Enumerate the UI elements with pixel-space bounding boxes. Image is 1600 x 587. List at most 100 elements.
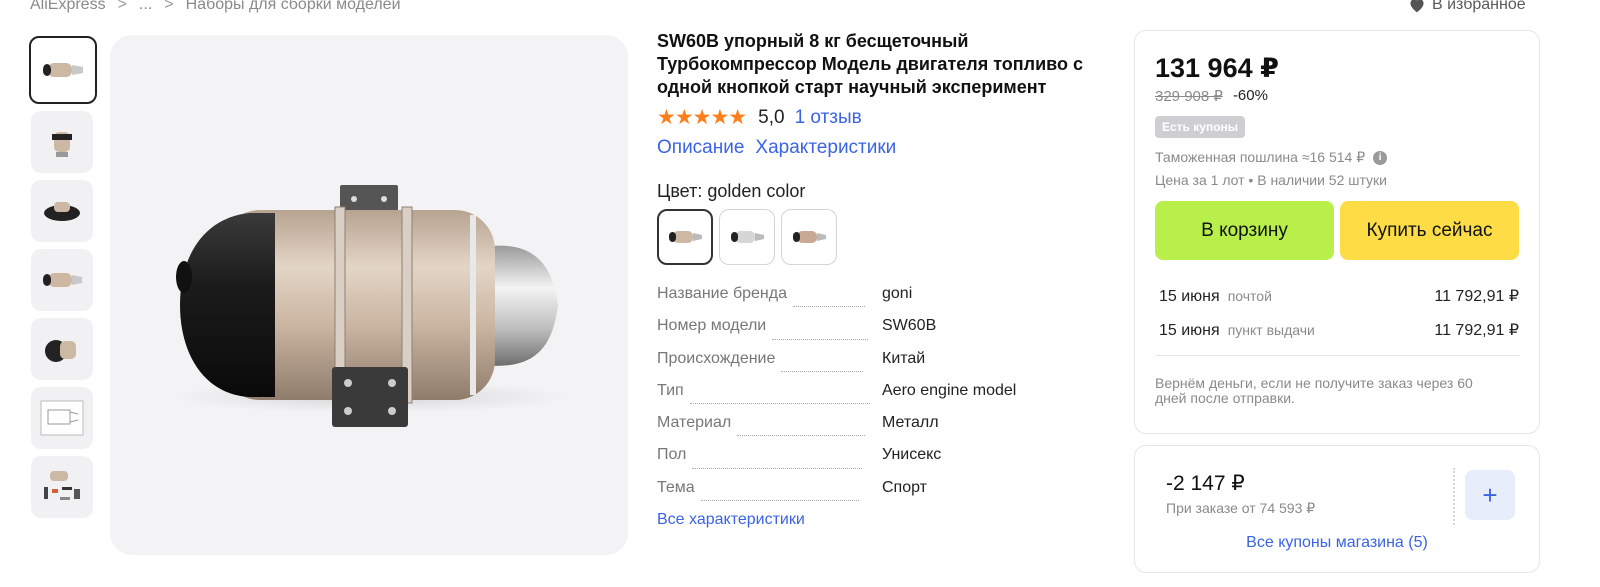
action-buttons: В корзину Купить сейчас <box>1155 201 1519 260</box>
spec-value: Металл <box>882 414 939 432</box>
color-option-2[interactable] <box>719 209 775 265</box>
spec-value: Спорт <box>882 478 927 496</box>
spec-key: Название бренда <box>657 285 787 302</box>
spec-list: Название бренда goni Номер модели SW60B Пр… <box>657 285 1102 511</box>
engine-thumbnail-image <box>43 273 82 287</box>
spec-row: Тема Спорт <box>657 479 1102 511</box>
old-price: 329 908 ₽ <box>1155 88 1223 105</box>
blueprint-thumbnail-image <box>40 400 84 436</box>
old-price-row: 329 908 ₽ -60% <box>1155 87 1519 105</box>
breadcrumb-item-category[interactable]: Наборы для сборки моделей <box>186 0 401 14</box>
spec-key: Тема <box>657 478 695 496</box>
section-links: Описание Характеристики <box>657 137 1102 159</box>
engine-swatch-image <box>793 231 826 243</box>
spec-value: Китай <box>882 349 926 367</box>
heart-icon <box>1410 0 1424 13</box>
spec-dots <box>692 467 863 469</box>
thumbnail-4[interactable] <box>31 249 93 311</box>
color-label: Цвет: golden color <box>657 181 806 201</box>
add-coupon-button[interactable]: + <box>1465 470 1515 520</box>
breadcrumb-item-ellipsis[interactable]: ... <box>139 0 152 14</box>
breadcrumb: AliExpress > ... > Наборы для сборки мод… <box>30 0 401 14</box>
shipping-cost: 11 792,91 ₽ <box>1434 288 1519 305</box>
discount-badge: -60% <box>1232 87 1268 104</box>
kit-thumbnail-image <box>44 471 80 500</box>
color-options <box>657 209 1102 265</box>
shipping-method: почтой <box>1227 288 1272 304</box>
spec-row: Название бренда goni <box>657 285 1102 317</box>
spec-key: Пол <box>657 446 687 464</box>
rating-stars-icon: ★★★★★ <box>657 106 747 129</box>
spec-row: Происхождение Китай <box>657 350 1102 382</box>
rating-row: ★★★★★ 5,0 1 отзыв <box>657 105 1102 130</box>
customs-duty-text: Таможенная пошлина ≈16 514 ₽ <box>1155 149 1366 165</box>
shipping-date: 15 июня <box>1159 288 1220 305</box>
color-option-1[interactable] <box>657 209 713 265</box>
spec-dots <box>689 403 870 405</box>
refund-note: Вернём деньги, если не получите заказ че… <box>1155 375 1473 406</box>
main-product-image[interactable] <box>110 35 628 555</box>
engine-thumbnail-image <box>52 132 72 157</box>
shipping-cost: 11 792,91 ₽ <box>1434 322 1519 339</box>
current-price: 131 964 ₽ <box>1155 53 1279 83</box>
reviews-link[interactable]: 1 отзыв <box>795 107 862 129</box>
buy-now-button[interactable]: Купить сейчас <box>1340 201 1519 260</box>
buy-box: 131 964 ₽ 329 908 ₽ -60% Есть купоны Там… <box>1134 30 1540 434</box>
stock-info: Цена за 1 лот • В наличии 52 штуки <box>1155 172 1387 188</box>
info-icon[interactable]: i <box>1373 150 1388 165</box>
turbine-engine-image <box>170 185 570 427</box>
spec-value: SW60B <box>882 317 937 335</box>
spec-key: Номер модели <box>657 317 767 335</box>
spec-dots <box>781 370 864 372</box>
spec-key: Тип <box>657 381 684 399</box>
all-specs-link[interactable]: Все характеристики <box>657 511 1102 529</box>
thumbnail-5[interactable] <box>31 318 93 380</box>
description-link[interactable]: Описание <box>657 137 744 159</box>
characteristics-link[interactable]: Характеристики <box>755 137 896 159</box>
shipping-option[interactable]: 15 июня пункт выдачи 11 792,91 ₽ <box>1155 320 1519 354</box>
thumbnail-6[interactable] <box>31 387 93 449</box>
thumbnail-3[interactable] <box>31 180 93 242</box>
customs-duty: Таможенная пошлина ≈16 514 ₽ i <box>1155 149 1519 166</box>
spec-key: Происхождение <box>657 349 776 367</box>
color-option-3[interactable] <box>781 209 837 265</box>
spec-row: Пол Унисекс <box>657 446 1102 478</box>
coupon-card: -2 147 ₽ При заказе от 74 593 ₽ <box>1155 468 1455 525</box>
thumbnail-list <box>29 36 97 525</box>
chevron-right-icon: > <box>164 0 174 13</box>
engine-swatch-image <box>669 231 702 243</box>
chevron-right-icon: > <box>117 0 127 13</box>
spec-value: Унисекс <box>882 446 942 464</box>
spec-key: Материал <box>657 414 732 432</box>
all-coupons-link[interactable]: Все купоны магазина (5) <box>1135 534 1539 552</box>
add-to-favorites-button[interactable]: В избранное <box>1408 0 1526 14</box>
coupon-badge: Есть купоны <box>1155 116 1246 138</box>
engine-swatch-image <box>731 231 764 243</box>
thumbnail-2[interactable] <box>31 111 93 173</box>
shipping-method: пункт выдачи <box>1227 322 1315 338</box>
favorites-label: В избранное <box>1432 0 1526 13</box>
product-info: SW60B упорный 8 кг бесщеточный Турбокомп… <box>657 30 1102 529</box>
product-title: SW60B упорный 8 кг бесщеточный Турбокомп… <box>657 31 1083 97</box>
spec-row: Номер модели SW60B <box>657 317 1102 349</box>
coupon-amount: -2 147 ₽ <box>1166 472 1245 495</box>
spec-value: goni <box>882 285 913 302</box>
coupon-condition: При заказе от 74 593 ₽ <box>1166 500 1316 516</box>
engine-thumbnail-image <box>45 340 76 362</box>
shipping-option[interactable]: 15 июня почтой 11 792,91 ₽ <box>1155 286 1519 320</box>
spec-value: Aero engine model <box>882 381 1017 399</box>
engine-thumbnail-image <box>44 202 80 221</box>
spec-dots <box>700 500 859 502</box>
breadcrumb-item-aliexpress[interactable]: AliExpress <box>30 0 106 14</box>
spec-dots <box>772 338 869 340</box>
engine-thumbnail-image <box>43 63 83 77</box>
coupon-box: -2 147 ₽ При заказе от 74 593 ₽ + Все ку… <box>1134 445 1540 573</box>
spec-row: Тип Aero engine model <box>657 382 1102 414</box>
rating-value: 5,0 <box>758 106 785 128</box>
shipping-date: 15 июня <box>1159 322 1220 339</box>
add-to-cart-button[interactable]: В корзину <box>1155 201 1334 260</box>
thumbnail-1[interactable] <box>29 36 97 104</box>
shipping-options: 15 июня почтой 11 792,91 ₽ 15 июня пункт… <box>1155 286 1519 356</box>
thumbnail-7[interactable] <box>31 456 93 518</box>
divider <box>1155 355 1519 356</box>
